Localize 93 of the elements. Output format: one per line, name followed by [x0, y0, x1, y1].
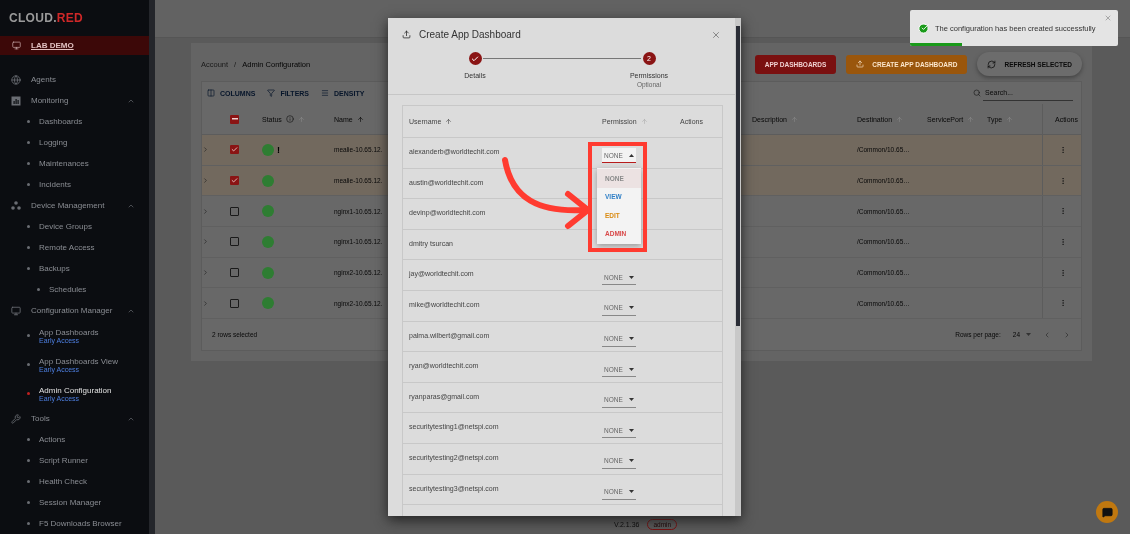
success-icon [918, 22, 929, 34]
sidebar-item[interactable]: Actions [39, 435, 66, 444]
more-icon[interactable] [1059, 268, 1067, 277]
row-checkbox[interactable] [230, 206, 239, 216]
expand-icon[interactable] [202, 177, 209, 185]
feedback-button[interactable] [1096, 501, 1118, 523]
expand-icon[interactable] [202, 207, 209, 215]
sidebar-item[interactable]: Device Groups [39, 222, 92, 231]
row-checkbox[interactable] [230, 145, 239, 155]
sort-icon[interactable] [445, 118, 453, 125]
sidebar-item[interactable]: Dashboards [39, 117, 83, 126]
dots-icon [11, 201, 21, 210]
sort-icon[interactable] [1006, 115, 1014, 123]
status-dot [262, 297, 274, 310]
row-checkbox[interactable] [230, 237, 239, 247]
message-icon [1101, 506, 1113, 518]
caret-down-icon [629, 306, 634, 310]
sort-icon[interactable] [297, 115, 305, 123]
close-icon[interactable] [711, 29, 721, 40]
sidebar-item[interactable]: Logging [39, 138, 68, 147]
caret-down-icon [1026, 333, 1031, 337]
sidebar-group[interactable]: Configuration Manager [31, 306, 117, 315]
more-icon[interactable] [1059, 145, 1067, 154]
expand-icon[interactable] [202, 238, 209, 246]
monitor-icon [12, 41, 21, 50]
sort-icon[interactable] [967, 115, 975, 123]
sidebar-item[interactable]: F5 Downloads Browser [39, 519, 122, 528]
sidebar-item[interactable]: Maintenances [39, 159, 89, 168]
globe-icon [11, 74, 21, 85]
logo-text: CLOUD. [9, 11, 57, 25]
info-icon [285, 115, 294, 123]
caret-down-icon [629, 490, 634, 494]
sidebar-item[interactable]: App Dashboards View [39, 356, 118, 366]
next-page-icon[interactable] [1063, 330, 1071, 339]
previous-page-icon[interactable] [1043, 330, 1051, 339]
sidebar-item[interactable]: Script Runner [39, 456, 88, 465]
workspace-name: LAB DEMO [31, 41, 74, 50]
sidebar-group[interactable]: Tools [31, 414, 117, 423]
workspace-bar[interactable]: LAB DEMO [0, 36, 149, 55]
scrollbar-thumb[interactable] [736, 26, 740, 326]
caret-down-icon [629, 428, 634, 432]
row-checkbox[interactable] [230, 268, 239, 278]
caret-down-icon [629, 275, 634, 279]
row-checkbox[interactable] [230, 176, 239, 186]
sidebar-item[interactable]: Admin Configuration [39, 385, 112, 395]
sidebar-item[interactable]: Session Manager [39, 498, 102, 507]
sort-icon[interactable] [896, 115, 904, 123]
sidebar-group[interactable]: Monitoring [31, 96, 117, 105]
warning-mark: ! [277, 144, 280, 155]
caret-down-icon [629, 337, 634, 341]
sidebar-item[interactable]: Backups [39, 264, 70, 273]
search-icon [973, 89, 981, 97]
columns-icon [207, 89, 215, 97]
status-dot [262, 205, 274, 218]
status-dot [262, 174, 274, 187]
expand-icon[interactable] [202, 269, 209, 277]
sidebar-item[interactable]: Remote Access [39, 243, 95, 252]
logo-accent-text: RED [56, 11, 84, 25]
expand-icon[interactable] [202, 146, 209, 154]
upload-icon [856, 60, 865, 68]
sidebar-group[interactable]: Device Management [31, 201, 117, 210]
minus-icon [231, 118, 238, 120]
density-icon [321, 89, 330, 97]
sidebar-item[interactable]: App Dashboards [39, 327, 99, 337]
status-dot [262, 235, 274, 248]
close-icon[interactable] [1104, 14, 1112, 22]
more-icon[interactable] [1059, 237, 1067, 246]
sort-icon[interactable] [640, 118, 648, 125]
more-icon[interactable] [1059, 299, 1067, 308]
sidebar-item[interactable]: Health Check [39, 477, 88, 486]
caret-down-icon [629, 367, 634, 371]
more-icon[interactable] [1059, 176, 1067, 185]
monitor-icon [11, 305, 21, 316]
sort-icon[interactable] [791, 115, 798, 123]
expand-icon[interactable] [202, 299, 209, 307]
row-checkbox[interactable] [230, 298, 239, 308]
sidebar-item[interactable]: Incidents [39, 180, 72, 189]
refresh-icon [987, 59, 997, 69]
more-icon[interactable] [1059, 207, 1067, 216]
upload-icon [402, 30, 411, 39]
caret-down-icon [629, 459, 634, 463]
caret-down-icon [629, 398, 634, 402]
wrench-icon [11, 413, 21, 424]
caret-up-icon [629, 153, 634, 157]
chart-icon [11, 95, 21, 106]
select-all-checkbox[interactable] [230, 114, 239, 124]
status-dot [262, 266, 274, 279]
sidebar-group[interactable]: Agents [31, 75, 135, 84]
filter-icon [267, 89, 276, 97]
sort-icon[interactable] [356, 115, 364, 123]
dialog-title: Create App Dashboard [419, 29, 522, 40]
sidebar-item[interactable]: Schedules [49, 285, 87, 294]
status-dot [262, 143, 274, 156]
